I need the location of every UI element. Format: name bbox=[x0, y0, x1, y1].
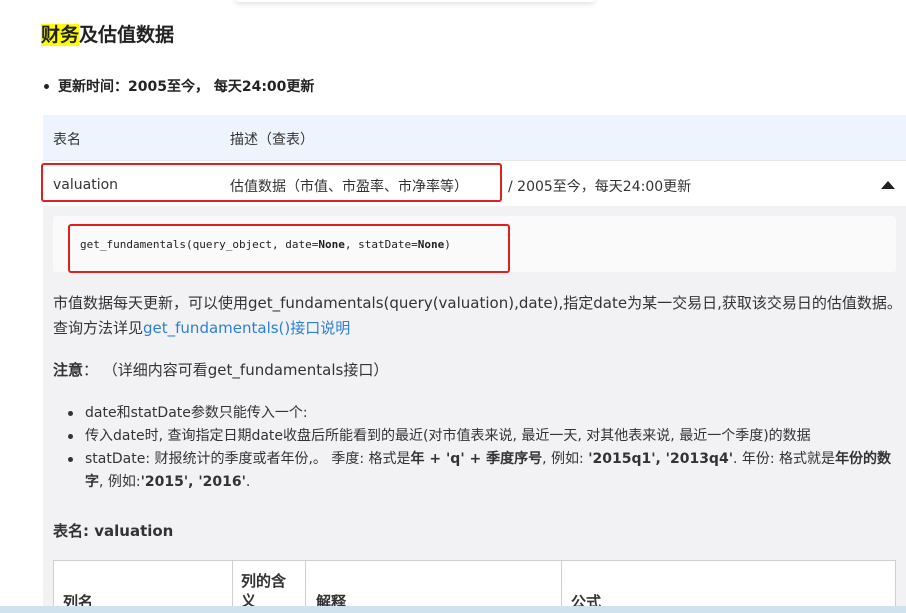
notes-list: date和statDate参数只能传入一个: 传入date时, 查询指定日期da… bbox=[53, 402, 906, 494]
note-line: 注意： （详细内容可看get_fundamentals接口） bbox=[53, 359, 388, 380]
collapse-caret-icon[interactable] bbox=[881, 181, 895, 189]
header-table-name: 表名 bbox=[53, 132, 81, 148]
bottom-bar bbox=[0, 606, 906, 613]
bullet-text: . 年份: 格式就是 bbox=[732, 451, 836, 467]
bullet-text: statDate: 财报统计的季度或者年份,。 季度: 格式是 bbox=[85, 451, 411, 467]
top-shadow-decor bbox=[235, 0, 595, 2]
bullet-bold: '2015', '2016' bbox=[140, 474, 246, 490]
bullet-text: . bbox=[245, 474, 251, 490]
api-doc-link[interactable]: get_fundamentals()接口说明 bbox=[143, 319, 350, 337]
row-extra: / 2005至今，每天24:00更新 bbox=[508, 179, 692, 195]
table-name-label: 表名: valuation bbox=[53, 522, 174, 540]
bullet-bold: '2015q1', '2013q4' bbox=[588, 451, 733, 467]
section-heading: 财务及估值数据 bbox=[41, 20, 174, 47]
list-item: 传入date时, 查询指定日期date收盘后所能看到的最近(对市值表来说, 最近… bbox=[53, 425, 906, 448]
annotation-box-row bbox=[41, 163, 502, 202]
annotation-box-code bbox=[68, 224, 510, 273]
table-header: 表名 描述（查表） bbox=[43, 115, 906, 160]
list-item: statDate: 财报统计的季度或者年份,。 季度: 格式是年 + 'q' +… bbox=[53, 448, 906, 494]
header-description: 描述（查表） bbox=[230, 132, 314, 148]
update-time: 更新时间：2005至今， 每天24:00更新 bbox=[43, 76, 314, 96]
note-label: 注意 bbox=[53, 361, 84, 379]
heading-rest: 及估值数据 bbox=[79, 24, 175, 46]
bullet-bold: 年 + 'q' + 季度序号 bbox=[410, 451, 543, 467]
note-text: ： （详细内容可看get_fundamentals接口） bbox=[83, 361, 389, 379]
heading-highlight: 财务 bbox=[41, 24, 80, 46]
bullet-text: , 例如: bbox=[99, 474, 141, 490]
list-item: date和statDate参数只能传入一个: bbox=[53, 402, 906, 425]
bullet-text: , 例如: bbox=[542, 451, 589, 467]
description-paragraph: 市值数据每天更新，可以使用get_fundamentals(query(valu… bbox=[53, 291, 903, 341]
col-header-label: 列的含义 bbox=[241, 572, 287, 610]
